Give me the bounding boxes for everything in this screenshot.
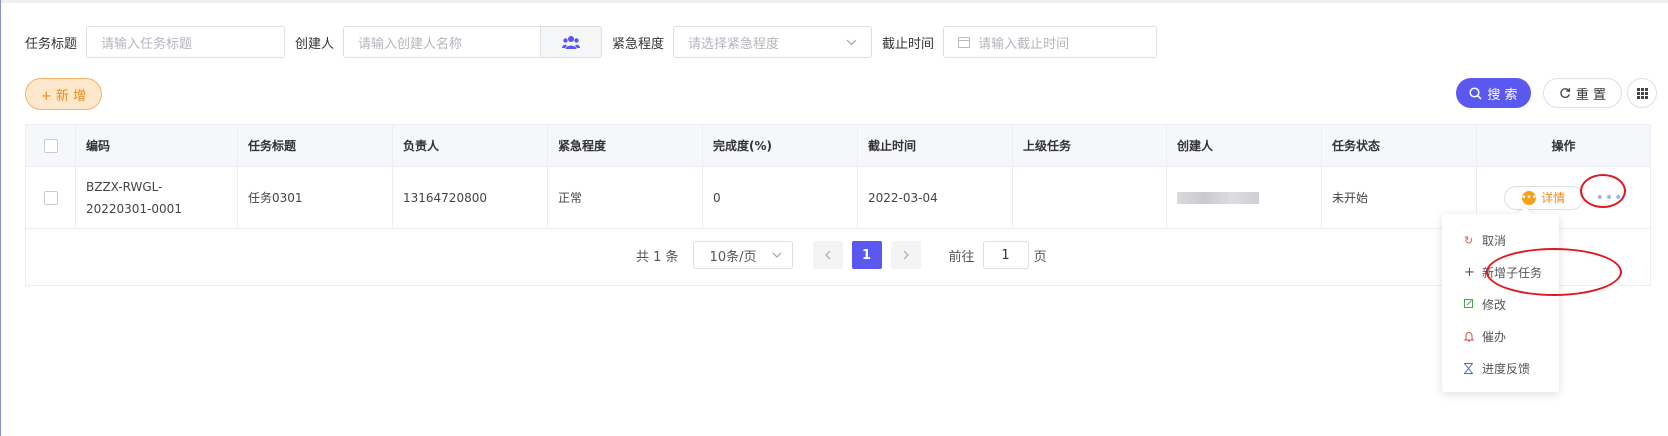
top-border [0, 0, 1668, 3]
add-button[interactable]: + 新 增 [25, 78, 102, 110]
menu-item-progress-feedback[interactable]: 进度反馈 [1442, 352, 1559, 384]
menu-item-label: 催办 [1482, 329, 1507, 344]
col-owner: 负责人 [393, 125, 548, 166]
detail-button[interactable]: ••• 详情 [1503, 185, 1584, 210]
cancel-icon: ↻ [1464, 233, 1474, 247]
chevron-left-icon [824, 250, 831, 260]
page-size-value: 10条/页 [709, 249, 757, 265]
detail-label: 详情 [1541, 191, 1566, 205]
cell-progress: 0 [703, 167, 858, 228]
next-page-button[interactable] [890, 241, 921, 269]
select-all-checkbox[interactable] [43, 138, 58, 153]
menu-item-edit[interactable]: 修改 [1442, 288, 1559, 320]
urgency-select[interactable]: 请选择紧急程度 [673, 26, 873, 58]
more-actions-menu: ↻ 取消 + 新增子任务 修改 催办 进度反馈 [1442, 214, 1559, 392]
total-count: 共 1 条 [636, 249, 679, 265]
users-icon [562, 35, 581, 49]
pagination-row: 共 1 条 10条/页 1 前往 1 页 [26, 229, 1650, 285]
calendar-icon [958, 36, 971, 48]
blurred-creator [1177, 191, 1259, 204]
menu-item-label: 修改 [1482, 297, 1507, 312]
col-actions: 操作 [1551, 139, 1576, 153]
refresh-icon [1560, 88, 1571, 99]
reset-button[interactable]: 重 置 [1543, 78, 1622, 108]
menu-item-label: 新增子任务 [1482, 265, 1543, 280]
task-table: 编码 任务标题 负责人 紧急程度 完成度(%) 截止时间 上级任务 创建人 任务… [25, 124, 1651, 286]
cell-code: BZZX-RWGL-20220301-0001 [76, 167, 238, 228]
cell-title: 任务0301 [238, 167, 393, 228]
menu-item-label: 取消 [1482, 233, 1507, 248]
urgency-placeholder: 请选择紧急程度 [688, 36, 780, 52]
row-checkbox[interactable] [43, 190, 58, 205]
col-status: 任务状态 [1322, 125, 1477, 166]
user-select-button[interactable] [541, 26, 603, 58]
pagination: 共 1 条 10条/页 1 前往 1 页 [636, 241, 1047, 269]
col-title: 任务标题 [238, 125, 393, 166]
chevron-right-icon [903, 250, 909, 260]
menu-item-label: 进度反馈 [1482, 361, 1531, 376]
creator-field-group: 请输入创建人名称 [343, 26, 603, 58]
bell-icon [1464, 331, 1482, 342]
col-creator: 创建人 [1167, 125, 1322, 166]
goto-label: 前往 [948, 249, 975, 265]
goto-page: 前往 1 页 [949, 241, 1047, 269]
cell-creator [1167, 167, 1322, 228]
deadline-label: 截止时间 [882, 36, 935, 52]
page-size-select[interactable]: 10条/页 [692, 241, 793, 269]
col-progress: 完成度(%) [703, 125, 858, 166]
search-button[interactable]: 搜 索 [1456, 78, 1531, 108]
menu-item-cancel[interactable]: ↻ 取消 [1442, 224, 1559, 256]
col-code: 编码 [76, 125, 238, 166]
creator-label: 创建人 [295, 36, 335, 52]
col-deadline: 截止时间 [858, 125, 1013, 166]
edit-icon [1464, 299, 1482, 309]
chevron-down-icon [846, 39, 857, 45]
more-actions-button[interactable]: ••• [1596, 190, 1624, 206]
menu-item-urge[interactable]: 催办 [1442, 320, 1559, 352]
chevron-down-icon [772, 252, 781, 258]
deadline-placeholder: 请输入截止时间 [978, 36, 1070, 52]
column-settings-button[interactable] [1627, 78, 1657, 108]
menu-item-add-subtask[interactable]: + 新增子任务 [1442, 256, 1559, 288]
table-row: BZZX-RWGL-20220301-0001 任务0301 131647208… [26, 167, 1650, 229]
cell-parent [1013, 167, 1167, 228]
title-input[interactable]: 请输入任务标题 [86, 26, 286, 58]
col-parent: 上级任务 [1013, 125, 1167, 166]
search-icon [1469, 86, 1482, 100]
search-form: 任务标题 请输入任务标题 创建人 请输入创建人名称 紧急程度 请选择紧急程度 截… [25, 26, 1158, 58]
table-header: 编码 任务标题 负责人 紧急程度 完成度(%) 截止时间 上级任务 创建人 任务… [26, 125, 1650, 167]
cell-deadline: 2022-03-04 [858, 167, 1013, 228]
cell-urgency: 正常 [548, 167, 703, 228]
code-text: BZZX-RWGL-20220301-0001 [86, 179, 182, 216]
prev-page-button[interactable] [812, 241, 843, 269]
col-urgency: 紧急程度 [548, 125, 703, 166]
creator-input[interactable]: 请输入创建人名称 [343, 26, 542, 58]
header-checkbox-cell [26, 125, 76, 166]
reset-button-label: 重 置 [1575, 87, 1607, 103]
search-button-label: 搜 索 [1487, 87, 1518, 103]
grid-icon [1636, 87, 1648, 99]
page-number-current[interactable]: 1 [851, 241, 882, 269]
title-label: 任务标题 [25, 36, 78, 52]
hourglass-icon [1464, 362, 1482, 374]
deadline-picker[interactable]: 请输入截止时间 [943, 26, 1158, 58]
goto-page-input[interactable]: 1 [982, 241, 1029, 269]
cell-owner: 13164720800 [393, 167, 548, 228]
page-suffix: 页 [1033, 249, 1047, 265]
detail-icon: ••• [1521, 190, 1538, 205]
left-border [0, 0, 1, 436]
plus-icon: + [1464, 264, 1475, 280]
row-checkbox-cell [26, 167, 76, 228]
urgency-label: 紧急程度 [612, 36, 665, 52]
